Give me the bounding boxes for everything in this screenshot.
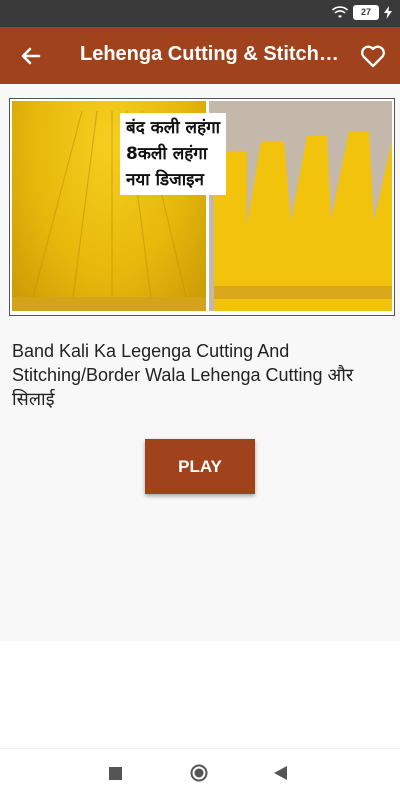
thumbnail-caption-line: नया डिजाइन <box>126 170 204 190</box>
recents-square-icon[interactable] <box>109 767 122 780</box>
video-title: Band Kali Ka Legenga Cutting And Stitchi… <box>12 341 354 409</box>
wifi-icon <box>332 5 348 18</box>
favorite-button[interactable] <box>358 41 388 71</box>
play-button[interactable]: PLAY <box>145 439 255 494</box>
heart-outline-icon <box>361 45 385 68</box>
kali-panels-illustration <box>214 131 392 311</box>
thumbnail-kali-panels-image <box>209 101 392 311</box>
content-area: बंद कली लहंगा 8कली लहंगा नया डिजाइन Band… <box>0 84 400 641</box>
charging-icon <box>384 6 392 19</box>
app-bar: Lehenga Cutting & Stitching <box>0 27 400 84</box>
status-bar: 27 <box>0 0 400 27</box>
thumbnail-caption-line: 8कली लहंगा <box>126 144 208 164</box>
thumbnail-caption-line: बंद कली लहंगा <box>126 118 221 138</box>
back-button[interactable] <box>16 41 46 71</box>
battery-indicator: 27 <box>353 5 379 20</box>
system-nav-bar <box>0 748 400 801</box>
status-icons: 27 <box>332 5 392 20</box>
lehenga-border <box>12 297 206 311</box>
thumbnail-caption: बंद कली लहंगा 8कली लहंगा नया डिजाइन <box>120 113 227 195</box>
app-title: Lehenga Cutting & Stitching <box>80 43 340 65</box>
arrow-back-icon <box>21 47 41 65</box>
video-thumbnail[interactable]: बंद कली लहंगा 8कली लहंगा नया डिजाइन <box>9 98 395 316</box>
home-circle-icon[interactable] <box>190 764 208 782</box>
back-triangle-icon[interactable] <box>272 765 288 781</box>
